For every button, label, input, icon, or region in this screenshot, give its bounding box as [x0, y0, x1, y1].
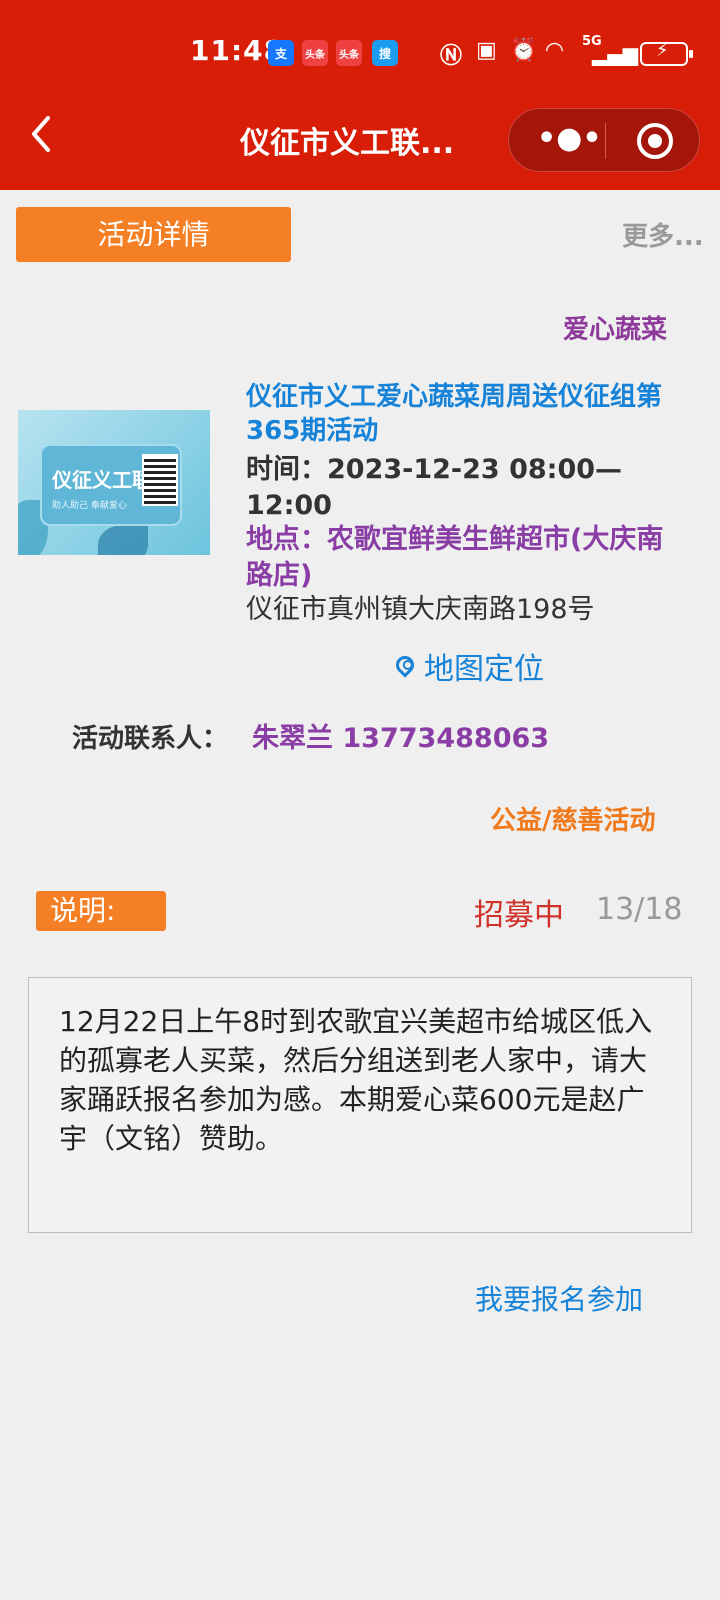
thumbnail-subtext: 助人助己 奉献爱心 [52, 501, 127, 511]
activity-category: 爱心蔬菜 [563, 315, 668, 345]
activity-type: 公益/慈善活动 [490, 806, 656, 836]
map-location-link[interactable]: 地图定位 [392, 644, 544, 688]
capsule-divider [605, 123, 606, 159]
activity-time: 时间：2023-12-23 08:00—12:00 [246, 454, 623, 521]
mini-program-capsule: •●• [508, 108, 700, 172]
thumbnail-board: 仪征义工联 助人助己 奉献爱心 [40, 444, 182, 526]
alarm-icon: ⏰ [510, 38, 538, 63]
status-bar: 11:48 支 头条 头条 搜 Ⓝ ▣ ⏰ ◠ 5G ▂▄▆ ⚡ [0, 28, 720, 78]
close-mini-program-button[interactable] [637, 123, 673, 159]
activity-thumbnail[interactable]: 仪征义工联 助人助己 奉献爱心 [18, 410, 210, 555]
description-tag: 说明: [36, 891, 166, 931]
search-app-icon: 搜 [372, 40, 398, 66]
more-link[interactable]: 更多... [622, 216, 704, 253]
description-text: 12月22日上午8时到农歌宜兴美超市给城区低入的孤寡老人买菜，然后分组送到老人家… [28, 977, 692, 1233]
battery-charging-icon: ⚡ [640, 40, 693, 66]
top-bar: 11:48 支 头条 头条 搜 Ⓝ ▣ ⏰ ◠ 5G ▂▄▆ ⚡ 仪征市义工联.… [0, 0, 720, 190]
qr-code-icon [142, 454, 178, 506]
activity-address: 仪征市真州镇大庆南路198号 [246, 594, 595, 625]
page-title: 仪征市义工联... [240, 126, 455, 161]
chevron-left-icon [32, 116, 50, 152]
activity-detail-tab[interactable]: 活动详情 [16, 207, 291, 262]
contact-phone[interactable]: 朱翠兰 13773488063 [252, 716, 549, 755]
recruit-status: 招募中 [474, 898, 564, 933]
activity-place: 地点：农歌宜鲜美生鲜超市(大庆南路店) [246, 524, 664, 591]
sim-icon: ▣ [476, 38, 497, 63]
alipay-icon: 支 [268, 40, 294, 66]
more-dots-button[interactable]: •●• [537, 121, 602, 161]
activity-title[interactable]: 仪征市义工爱心蔬菜周周送仪征组第365期活动 [246, 380, 706, 448]
participant-count: 13/18 [596, 892, 683, 927]
signup-link[interactable]: 我要报名参加 [475, 1278, 643, 1318]
contact-label: 活动联系人： [72, 724, 229, 754]
leaf-decoration [98, 525, 148, 555]
nfc-icon: Ⓝ [440, 44, 463, 69]
map-location-label: 地图定位 [424, 652, 544, 687]
thumbnail-text: 仪征义工联 [52, 468, 152, 492]
back-button[interactable] [26, 112, 66, 162]
toutiao-icon: 头条 [336, 40, 362, 66]
wifi-icon: ◠ [546, 38, 563, 63]
signal-icon: ▂▄▆ [592, 42, 639, 66]
location-pin-icon [392, 652, 418, 678]
toutiao-icon: 头条 [302, 40, 328, 66]
